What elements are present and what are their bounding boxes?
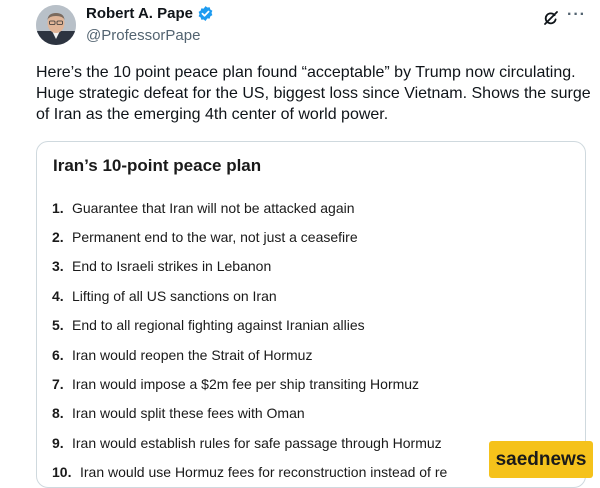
list-item-number: 9. xyxy=(52,434,64,451)
list-item-number: 1. xyxy=(52,199,64,216)
avatar-image xyxy=(36,5,76,45)
list-item-number: 7. xyxy=(52,376,64,393)
list-item-number: 4. xyxy=(52,287,64,304)
list-item-text: Guarantee that Iran will not be attacked… xyxy=(72,199,355,216)
list-item-text: Iran would establish rules for safe pass… xyxy=(72,434,442,451)
card-title: Iran’s 10-point peace plan xyxy=(53,156,262,175)
list-item-text: End to Israeli strikes in Lebanon xyxy=(72,258,272,275)
list-item-number: 6. xyxy=(52,346,64,363)
author-handle[interactable]: @ProfessorPape xyxy=(86,27,200,44)
verified-badge-icon xyxy=(197,5,214,22)
list-item-number: 10. xyxy=(52,464,72,481)
list-item: 6. Iran would reopen the Strait of Hormu… xyxy=(52,340,582,369)
list-item: 2. Permanent end to the war, not just a … xyxy=(52,222,582,251)
grok-icon[interactable] xyxy=(542,9,560,27)
list-item-number: 2. xyxy=(52,229,64,246)
post-text: Here’s the 10 point peace plan found “ac… xyxy=(36,64,591,123)
list-item: 7. Iran would impose a $2m fee per ship … xyxy=(52,369,582,398)
list-item-text: End to all regional fighting against Ira… xyxy=(72,317,365,334)
attached-image-card[interactable]: Iran’s 10-point peace plan 1. Guarantee … xyxy=(36,141,586,488)
list-item-text: Iran would use Hormuz fees for reconstru… xyxy=(80,464,448,481)
list-item-text: Lifting of all US sanctions on Iran xyxy=(72,287,277,304)
avatar[interactable] xyxy=(36,5,76,45)
author-name[interactable]: Robert A. Pape xyxy=(86,5,193,22)
author-name-row[interactable]: Robert A. Pape xyxy=(86,5,214,22)
list-item: 8. Iran would split these fees with Oman xyxy=(52,399,582,428)
list-item-text: Iran would reopen the Strait of Hormuz xyxy=(72,346,313,363)
list-item: 5. End to all regional fighting against … xyxy=(52,311,582,340)
list-item-text: Iran would split these fees with Oman xyxy=(72,405,305,422)
list-item: 4. Lifting of all US sanctions on Iran xyxy=(52,281,582,310)
list-item-text: Permanent end to the war, not just a cea… xyxy=(72,229,358,246)
list-item: 3. End to Israeli strikes in Lebanon xyxy=(52,252,582,281)
list-item: 1. Guarantee that Iran will not be attac… xyxy=(52,193,582,222)
list-item-number: 3. xyxy=(52,258,64,275)
list-item-text: Iran would impose a $2m fee per ship tra… xyxy=(72,376,420,393)
list-item-number: 8. xyxy=(52,405,64,422)
tweet: Robert A. Pape @ProfessorPape ··· Here’s… xyxy=(0,0,600,488)
more-options-icon[interactable]: ··· xyxy=(567,6,586,24)
watermark-logo: saednews xyxy=(489,441,593,478)
list-item-number: 5. xyxy=(52,317,64,334)
